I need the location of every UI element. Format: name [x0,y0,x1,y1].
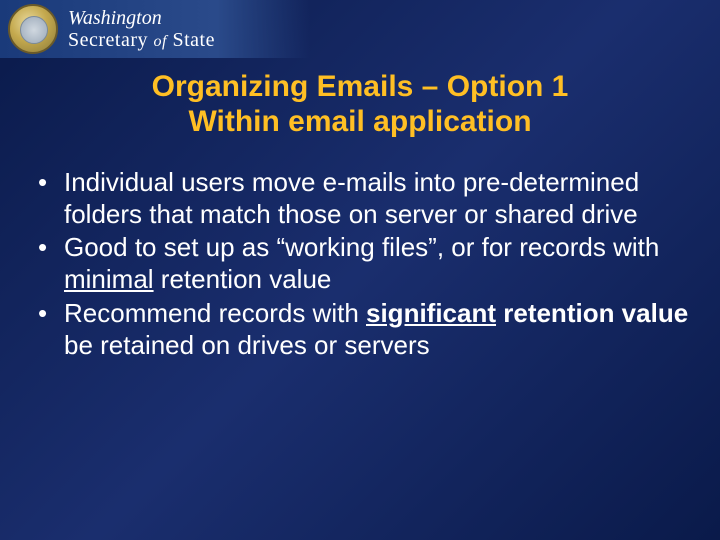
bullet-text-part: be retained on drives or servers [64,330,430,360]
list-item: Good to set up as “working files”, or fo… [30,232,690,295]
header-state: Washington [68,8,215,28]
state-seal-icon [8,4,58,54]
title-line-1: Organizing Emails – Option 1 [152,70,569,103]
bullet-text: Individual users move e-mails into pre-d… [64,167,639,229]
bullet-text-part: Recommend records with [64,298,366,328]
bullet-list: Individual users move e-mails into pre-d… [30,167,690,361]
bullet-text-bold: retention value [496,298,688,328]
list-item: Recommend records with significant reten… [30,298,690,361]
list-item: Individual users move e-mails into pre-d… [30,167,690,230]
bullet-text-underline-bold: significant [366,298,496,328]
slide-body: Individual users move e-mails into pre-d… [0,139,720,361]
header-text: Washington Secretary of State [68,8,215,50]
header-office: Secretary of State [68,30,215,50]
bullet-text-underline: minimal [64,264,154,294]
header-bar: Washington Secretary of State [0,0,310,58]
bullet-text-part: retention value [154,264,332,294]
bullet-text-part: Good to set up as “working files”, or fo… [64,232,659,262]
title-line-2: Within email application [188,105,531,138]
slide-title: Organizing Emails – Option 1 Within emai… [0,70,720,139]
